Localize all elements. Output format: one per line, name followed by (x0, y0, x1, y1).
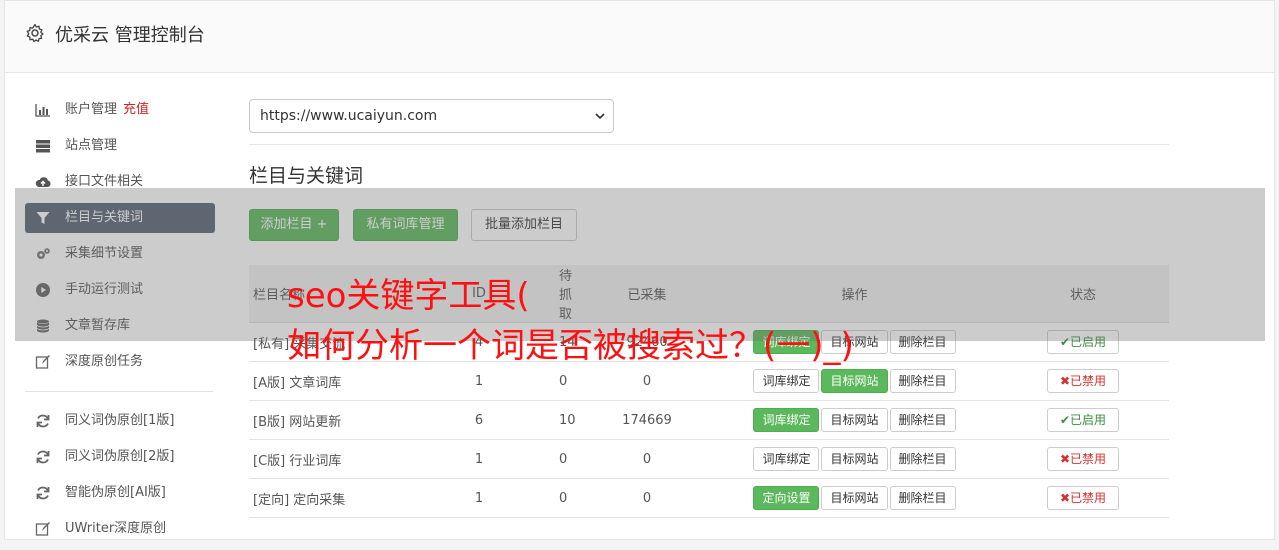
row-tag: [定向] (253, 492, 290, 508)
status-badge[interactable]: ✖已禁用 (1047, 369, 1119, 393)
table-row: [C版] 行业词库 1 0 0 词库绑定 目标网站 删除栏目 ✖已禁用 (249, 439, 1169, 479)
target-site-button[interactable]: 目标网站 (821, 447, 888, 471)
status-badge[interactable]: ✖已禁用 (1047, 447, 1119, 471)
row-collected: 0 (582, 439, 712, 479)
table-row: [B版] 网站更新 6 10 174669 词库绑定 目标网站 删除栏目 ✔已启用 (249, 400, 1169, 440)
divider (249, 144, 1169, 145)
row-pending: 0 (559, 361, 582, 401)
row-id: 1 (399, 361, 559, 401)
section-title: 栏目与关键词 (249, 165, 364, 187)
row-pending: 0 (559, 439, 582, 479)
directional-settings-button[interactable]: 定向设置 (753, 486, 820, 510)
row-id: 1 (399, 478, 559, 518)
row-pending: 10 (559, 400, 582, 440)
row-name-link[interactable]: 行业词库 (289, 454, 341, 469)
status-badge[interactable]: ✔已启用 (1047, 408, 1119, 432)
delete-column-button[interactable]: 删除栏目 (889, 486, 956, 510)
edit-icon (35, 355, 50, 369)
refresh-icon (36, 486, 50, 500)
target-site-button[interactable]: 目标网站 (821, 408, 888, 432)
row-tag: [B版] (253, 414, 286, 430)
table-row: [A版] 文章词库 1 0 0 词库绑定 目标网站 删除栏目 ✖已禁用 (249, 361, 1169, 401)
close-icon: ✖ (1059, 374, 1071, 388)
row-name-link[interactable]: 文章词库 (289, 376, 341, 391)
refresh-icon (36, 414, 50, 428)
top-bar: 优采云 管理控制台 (5, 1, 1274, 73)
sidebar-item-label: UWriter深度原创 (65, 521, 167, 536)
close-icon: ✖ (1059, 452, 1071, 466)
close-icon: ✖ (1059, 491, 1071, 505)
app-title: 优采云 管理控制台 (55, 25, 205, 46)
edit-icon (35, 522, 50, 536)
lexicon-bind-button[interactable]: 词库绑定 (753, 447, 820, 471)
sidebar-item-label: 智能伪原创[AI版] (65, 485, 166, 500)
watermark-line-2: 如何分析一个词是否被搜索过？(一)_) (287, 326, 854, 366)
chevron-down-icon (595, 113, 605, 120)
bar-chart-icon (35, 104, 50, 117)
watermark-band (15, 188, 1265, 341)
refresh-icon (36, 450, 50, 464)
lexicon-bind-button[interactable]: 词库绑定 (753, 369, 820, 393)
sidebar-item-synonym-v2[interactable]: 同义词伪原创[2版] (25, 442, 215, 472)
delete-column-button[interactable]: 删除栏目 (889, 369, 956, 393)
row-name-link[interactable]: 网站更新 (289, 415, 341, 430)
sidebar-item-label: 深度原创任务 (65, 354, 144, 369)
sidebar-item-label: 站点管理 (65, 138, 118, 153)
row-collected: 0 (582, 361, 712, 401)
server-icon (36, 140, 50, 153)
table-row: [定向] 定向采集 1 0 0 定向设置 目标网站 删除栏目 ✖已禁用 (249, 478, 1169, 518)
check-icon: ✔ (1059, 413, 1071, 427)
status-label: 已禁用 (1070, 452, 1107, 466)
lexicon-bind-button[interactable]: 词库绑定 (753, 408, 820, 432)
site-select-value: https://www.ucaiyun.com (260, 108, 438, 124)
row-id: 1 (399, 439, 559, 479)
delete-column-button[interactable]: 删除栏目 (889, 408, 956, 432)
status-label: 已禁用 (1070, 491, 1107, 505)
sidebar-item-account[interactable]: 账户管理 充值 (25, 95, 215, 125)
sidebar-item-synonym-v1[interactable]: 同义词伪原创[1版] (25, 406, 215, 436)
sidebar-item-deep-original[interactable]: 深度原创任务 (25, 347, 215, 377)
row-collected: 174669 (582, 400, 712, 440)
status-label: 已启用 (1070, 413, 1107, 427)
sidebar-item-label: 同义词伪原创[1版] (65, 413, 175, 428)
gear-icon (26, 23, 44, 43)
row-tag: [A版] (253, 375, 286, 391)
row-pending: 0 (559, 478, 582, 518)
delete-column-button[interactable]: 删除栏目 (889, 447, 956, 471)
sidebar-divider (25, 391, 213, 392)
sidebar-item-label: 账户管理 (65, 102, 118, 117)
target-site-button[interactable]: 目标网站 (821, 486, 888, 510)
row-collected: 0 (582, 478, 712, 518)
status-badge[interactable]: ✖已禁用 (1047, 486, 1119, 510)
sidebar-item-uwriter[interactable]: UWriter深度原创 (25, 514, 215, 544)
site-select[interactable]: https://www.ucaiyun.com (249, 99, 614, 133)
sidebar-item-sites[interactable]: 站点管理 (25, 131, 215, 161)
recharge-link[interactable]: 充值 (123, 102, 149, 117)
target-site-button[interactable]: 目标网站 (821, 369, 888, 393)
row-name-link[interactable]: 定向采集 (293, 493, 345, 508)
watermark-line-1: seo关键字工具( (287, 276, 530, 316)
sidebar-item-ai-rewrite[interactable]: 智能伪原创[AI版] (25, 478, 215, 508)
row-id: 6 (399, 400, 559, 440)
row-tag: [C版] (253, 453, 286, 469)
sidebar-item-label: 同义词伪原创[2版] (65, 449, 175, 464)
status-label: 已禁用 (1070, 374, 1107, 388)
